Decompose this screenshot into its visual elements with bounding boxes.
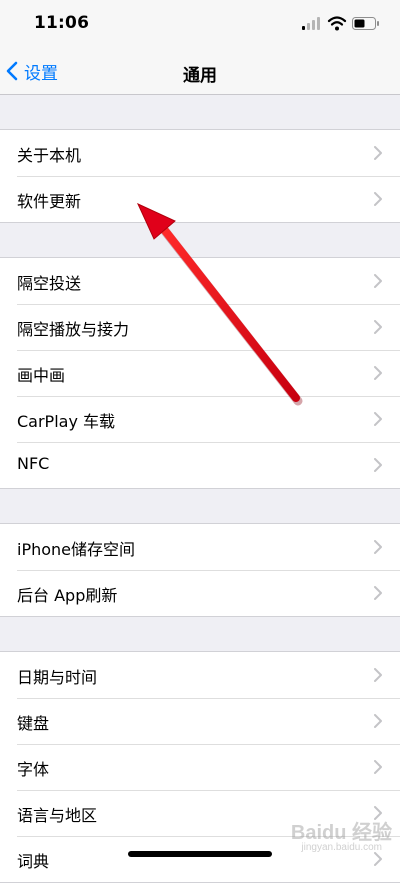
row-background-app-refresh[interactable]: 后台 App刷新 — [0, 570, 400, 616]
row-label: NFC — [17, 454, 50, 473]
row-label: 隔空播放与接力 — [17, 320, 130, 339]
row-label: 字体 — [17, 760, 50, 779]
chevron-right-icon — [374, 714, 382, 728]
row-picture-in-picture[interactable]: 画中画 — [0, 350, 400, 396]
row-label: 画中画 — [17, 366, 66, 385]
settings-group-storage: iPhone储存空间 后台 App刷新 — [0, 523, 400, 617]
status-bar: 11:06 — [0, 0, 400, 48]
row-label: CarPlay 车载 — [17, 412, 116, 431]
navigation-bar: 设置 通用 — [0, 48, 400, 95]
row-label: iPhone储存空间 — [17, 540, 136, 559]
chevron-right-icon — [374, 320, 382, 334]
battery-icon — [352, 17, 379, 30]
cellular-signal-icon — [302, 17, 320, 30]
settings-group-connectivity: 隔空投送 隔空播放与接力 画中画 CarPlay 车载 NFC — [0, 257, 400, 489]
row-label: 后台 App刷新 — [17, 586, 118, 605]
row-label: 键盘 — [17, 714, 50, 733]
watermark-logo: Baidu 经验 — [290, 822, 392, 844]
row-label: 软件更新 — [17, 192, 82, 211]
chevron-right-icon — [374, 852, 382, 866]
row-label: 语言与地区 — [17, 806, 98, 825]
row-fonts[interactable]: 字体 — [0, 744, 400, 790]
chevron-right-icon — [374, 192, 382, 206]
row-label: 关于本机 — [17, 146, 82, 165]
wifi-icon — [327, 16, 347, 31]
status-time: 11:06 — [34, 13, 90, 33]
chevron-right-icon — [374, 586, 382, 600]
settings-group-about: 关于本机 软件更新 — [0, 129, 400, 223]
settings-list: 关于本机 软件更新 隔空投送 隔空播放与接力 画中画 CarPlay 车载 NF… — [0, 95, 400, 883]
row-airdrop[interactable]: 隔空投送 — [0, 258, 400, 304]
page-title: 通用 — [183, 66, 217, 86]
chevron-right-icon — [374, 540, 382, 554]
row-label: 隔空投送 — [17, 274, 82, 293]
row-iphone-storage[interactable]: iPhone储存空间 — [0, 524, 400, 570]
chevron-right-icon — [374, 458, 382, 472]
watermark-url: jingyan.baidu.com — [301, 842, 382, 853]
home-indicator[interactable] — [128, 851, 272, 857]
chevron-right-icon — [374, 146, 382, 160]
row-carplay[interactable]: CarPlay 车载 — [0, 396, 400, 442]
row-label: 词典 — [17, 852, 50, 871]
row-label: 日期与时间 — [17, 668, 98, 687]
chevron-right-icon — [374, 366, 382, 380]
row-software-update[interactable]: 软件更新 — [0, 176, 400, 222]
row-date-time[interactable]: 日期与时间 — [0, 652, 400, 698]
row-airplay-handoff[interactable]: 隔空播放与接力 — [0, 304, 400, 350]
row-about[interactable]: 关于本机 — [0, 130, 400, 176]
row-nfc[interactable]: NFC — [0, 442, 400, 488]
chevron-right-icon — [374, 760, 382, 774]
chevron-right-icon — [374, 412, 382, 426]
status-icons — [302, 16, 382, 32]
chevron-right-icon — [374, 668, 382, 682]
chevron-right-icon — [374, 274, 382, 288]
row-keyboard[interactable]: 键盘 — [0, 698, 400, 744]
